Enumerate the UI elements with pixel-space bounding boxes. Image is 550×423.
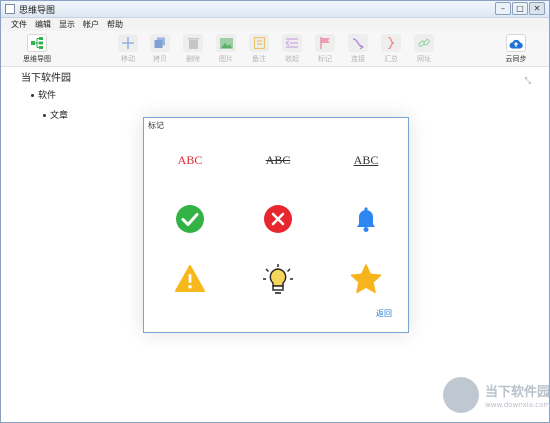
toolbar: 思维导图 移动 拷贝 删除 图片 备注 收起 标记 连接 汇总 网址 云同步 — [1, 31, 549, 67]
note-icon — [249, 34, 269, 52]
menu-file[interactable]: 文件 — [7, 18, 31, 31]
minimize-button[interactable]: – — [495, 2, 511, 15]
flag-button[interactable]: 标记 — [310, 34, 340, 64]
resize-grip-icon[interactable]: ⤡ — [525, 76, 531, 86]
child-node-label: 软件 — [38, 91, 57, 101]
bell-mark[interactable] — [346, 201, 386, 237]
app-icon — [5, 4, 15, 14]
grandchild-node-label: 文章 — [50, 111, 69, 121]
image-icon — [216, 34, 236, 52]
cross-circle-icon — [264, 205, 292, 233]
collapse-icon — [282, 34, 302, 52]
watermark-url: www.downxia.com — [485, 401, 550, 409]
menu-help[interactable]: 帮助 — [103, 18, 127, 31]
bell-icon — [357, 207, 375, 232]
dialog-title: 标记 — [148, 121, 164, 130]
watermark-logo — [443, 377, 479, 413]
warning-mark[interactable] — [170, 261, 210, 297]
back-link[interactable]: 返回 — [376, 308, 392, 319]
check-circle-icon — [176, 205, 204, 233]
watermark: 当下软件园 www.downxia.com — [439, 373, 550, 421]
grandchild-node[interactable]: 文章 — [43, 108, 68, 121]
check-mark[interactable] — [170, 201, 210, 237]
window-title: 思维导图 — [19, 6, 56, 16]
app-window: 思维导图 – □ ✕ 文件 编辑 显示 帐户 帮助 思维导图 移动 拷贝 删除 … — [0, 0, 550, 423]
lightbulb-icon — [263, 264, 293, 294]
mark-dialog: 标记 ABC ABC ABC 返回 — [143, 117, 409, 333]
strikethrough-text-mark[interactable]: ABC — [258, 142, 298, 178]
watermark-name: 当下软件园 — [485, 385, 550, 400]
red-text-mark[interactable]: ABC — [170, 142, 210, 178]
move-button[interactable]: 移动 — [113, 34, 143, 64]
bullet — [43, 114, 46, 117]
connect-button[interactable]: 连接 — [343, 34, 373, 64]
maximize-button[interactable]: □ — [512, 2, 528, 15]
menu-account[interactable]: 帐户 — [79, 18, 103, 31]
bullet — [31, 94, 34, 97]
copy-button[interactable]: 拷贝 — [145, 34, 175, 64]
mindmap-icon — [27, 34, 47, 52]
menu-bar: 文件 编辑 显示 帐户 帮助 — [1, 18, 549, 31]
idea-mark[interactable] — [258, 261, 298, 297]
title-bar: 思维导图 – □ ✕ — [1, 1, 549, 18]
trash-icon — [183, 34, 203, 52]
collapse-button[interactable]: 收起 — [277, 34, 307, 64]
child-node[interactable]: 软件 — [31, 88, 56, 101]
menu-edit[interactable]: 编辑 — [31, 18, 55, 31]
star-mark[interactable] — [346, 261, 386, 297]
connect-icon — [348, 34, 368, 52]
star-icon — [350, 264, 382, 294]
menu-view[interactable]: 显示 — [55, 18, 79, 31]
cloud-upload-icon — [506, 34, 526, 52]
note-button[interactable]: 备注 — [244, 34, 274, 64]
summary-button[interactable]: 汇总 — [376, 34, 406, 64]
close-button[interactable]: ✕ — [529, 2, 545, 15]
summary-icon — [381, 34, 401, 52]
delete-button[interactable]: 删除 — [178, 34, 208, 64]
image-button[interactable]: 图片 — [211, 34, 241, 64]
link-icon — [414, 34, 434, 52]
move-icon — [118, 34, 138, 52]
link-button[interactable]: 网址 — [409, 34, 439, 64]
root-node[interactable]: 当下软件园 — [21, 69, 71, 84]
underline-text-mark[interactable]: ABC — [346, 142, 386, 178]
cloud-sync-button[interactable]: 云同步 — [500, 34, 532, 64]
copy-icon — [150, 34, 170, 52]
cross-mark[interactable] — [258, 201, 298, 237]
flag-icon — [315, 34, 335, 52]
warning-icon — [175, 265, 205, 292]
mindmap-button[interactable]: 思维导图 — [19, 34, 55, 64]
